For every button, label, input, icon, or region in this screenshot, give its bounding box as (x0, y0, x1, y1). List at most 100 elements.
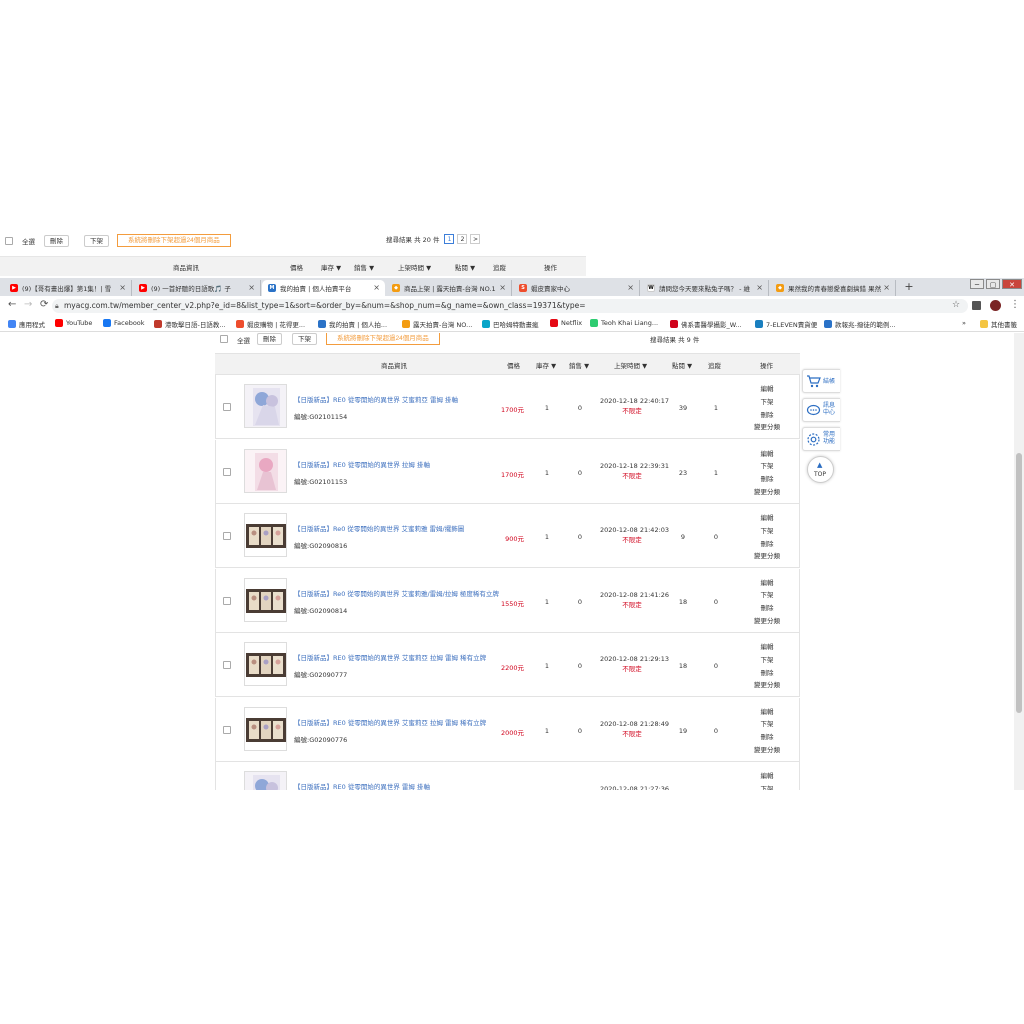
ghost-select-all-checkbox[interactable] (5, 236, 13, 245)
delete-button[interactable]: 刪除 (257, 333, 282, 345)
product-name-link[interactable]: 【日版新品】RE0 從零開始的異世界 艾蜜莉亞 拉姆 雷姆 稀有立牌 (294, 652, 486, 662)
delete-link[interactable]: 刪除 (746, 409, 788, 422)
bookmark-item[interactable]: 其他書籤 (980, 319, 1017, 329)
unlist-button[interactable]: 下架 (292, 333, 317, 345)
row-checkbox[interactable] (223, 403, 231, 411)
tab-close-icon[interactable]: × (499, 283, 506, 292)
minimize-button[interactable]: ─ (970, 279, 984, 289)
change-category-link[interactable]: 變更分類 (746, 615, 788, 628)
header-sold[interactable]: 銷售 ▼ (569, 360, 589, 370)
product-thumbnail[interactable] (244, 642, 287, 686)
browser-tab[interactable]: ◆ 果然我的青春戀愛喜劇搞錯 果然 × (770, 280, 896, 296)
ghost-header-sold[interactable]: 銷售 ▼ (354, 262, 374, 272)
browser-tab[interactable]: W 請問您今天要來點兔子嗎？ - 維 × (641, 280, 769, 296)
product-name-link[interactable]: 【日版新品】RE0 從零開始的異世界 拉姆 掛軸 (294, 459, 430, 469)
tab-close-icon[interactable]: × (373, 283, 380, 292)
browser-tab[interactable]: ◆ 商品上架 | 露天拍賣-台灣 NO.1 × (386, 280, 512, 296)
bookmark-item[interactable]: 應用程式 (8, 319, 45, 329)
unlist-link[interactable]: 下架 (746, 589, 788, 602)
bookmark-item[interactable]: 巴哈姆特動畫瘋 (482, 319, 539, 329)
ghost-unlist-button[interactable]: 下架 (84, 234, 109, 247)
bookmark-item[interactable]: 我的拍賣 | 個人拍... (318, 319, 387, 329)
bookmark-item[interactable]: Teoh Khai Liang... (590, 319, 658, 327)
tab-close-icon[interactable]: × (248, 283, 255, 292)
bookmark-item[interactable]: 港歌擊日語-日語教... (154, 319, 226, 329)
edit-link[interactable]: 編輯 (746, 706, 788, 719)
edit-link[interactable]: 編輯 (746, 383, 788, 396)
extension-icon[interactable] (972, 301, 981, 310)
back-to-top-button[interactable]: ▲ TOP (807, 456, 834, 483)
product-thumbnail[interactable] (244, 513, 287, 557)
product-thumbnail[interactable] (244, 448, 287, 493)
header-stock[interactable]: 庫存 ▼ (536, 360, 556, 370)
delete-link[interactable]: 刪除 (746, 602, 788, 615)
bookmark-item[interactable]: 款報兆-撥徒的範例... (824, 319, 896, 329)
lock-icon[interactable]: 🔒︎ (55, 302, 59, 311)
maximize-button[interactable]: ▢ (986, 279, 1000, 289)
delete-link[interactable]: 刪除 (746, 473, 788, 486)
page-scrollbar-thumb[interactable] (1016, 453, 1022, 713)
reload-icon[interactable]: ⟳ (40, 300, 48, 310)
delete-link[interactable]: 刪除 (746, 731, 788, 744)
cart-widget[interactable]: 結帳 (802, 369, 840, 393)
row-checkbox[interactable] (223, 661, 231, 669)
ghost-page-1[interactable]: 1 (444, 234, 455, 244)
edit-link[interactable]: 編輯 (746, 641, 788, 654)
edit-link[interactable]: 編輯 (746, 577, 788, 590)
delete-link[interactable]: 刪除 (746, 667, 788, 680)
back-arrow-icon[interactable]: ← (8, 300, 16, 310)
tab-close-icon[interactable]: × (883, 283, 890, 292)
common-functions-widget[interactable]: 常用功能 (802, 427, 840, 451)
product-thumbnail[interactable] (244, 771, 287, 790)
bookmark-star-icon[interactable]: ☆ (952, 300, 960, 310)
delete-link[interactable]: 刪除 (746, 538, 788, 551)
product-thumbnail[interactable] (244, 384, 287, 428)
bookmark-item[interactable]: 佛系書醫學攝影_W... (670, 319, 742, 329)
menu-kebab-icon[interactable]: ⋮ (1010, 300, 1020, 310)
unlist-link[interactable]: 下架 (746, 654, 788, 667)
browser-tab[interactable]: ▶ (9) 一首好聽的日語歌🎵 子 × (133, 280, 261, 296)
bookmark-item[interactable]: Facebook (103, 319, 145, 327)
auto-delete-notice[interactable]: 系統將刪除下架超過24個月商品 (326, 333, 440, 345)
close-window-button[interactable]: ✕ (1002, 279, 1022, 289)
edit-link[interactable]: 編輯 (746, 770, 788, 783)
bookmark-item[interactable]: 蝦皮購物 | 花得更... (236, 319, 305, 329)
tab-close-icon[interactable]: × (627, 283, 634, 292)
product-name-link[interactable]: 【日版新品】RE0 從零開始的異世界 艾蜜莉亞 拉姆 雷姆 稀有立牌 (294, 717, 486, 727)
more-bookmarks-chevron-icon[interactable]: » (962, 319, 966, 327)
row-checkbox[interactable] (223, 596, 231, 605)
product-thumbnail[interactable] (244, 577, 287, 622)
ghost-delete-button[interactable]: 刪除 (44, 234, 69, 247)
browser-tab[interactable]: ▶ (9)【哥有畫出爆】第1集！| 雪 × (4, 280, 132, 296)
url-text[interactable]: myacg.com.tw/member_center_v2.php?e_id=8… (64, 301, 585, 310)
change-category-link[interactable]: 變更分類 (746, 486, 788, 499)
profile-avatar[interactable] (990, 300, 1001, 311)
forward-arrow-icon[interactable]: → (24, 300, 32, 310)
unlist-link[interactable]: 下架 (746, 460, 788, 473)
browser-tab[interactable]: S 蝦皮賣家中心 × (513, 280, 640, 296)
product-name-link[interactable]: 【日版新品】Re0 從零開始的異世界 艾蜜莉雅/雷姆/拉姆 極度稀有立牌 (294, 588, 499, 598)
ghost-auto-delete-notice[interactable]: 系統將刪除下架超過24個月商品 (117, 234, 231, 247)
browser-tab[interactable]: M 我的拍賣 | 個人拍賣平台 × (262, 280, 385, 296)
ghost-page-2[interactable]: 2 (457, 234, 468, 244)
row-checkbox[interactable] (223, 725, 231, 734)
bookmark-item[interactable]: 7-ELEVEN賣貨便 (755, 319, 817, 329)
bookmark-item[interactable]: Netflix (550, 319, 582, 327)
tab-close-icon[interactable]: × (119, 283, 126, 292)
header-listed[interactable]: 上架時間 ▼ (614, 360, 647, 370)
change-category-link[interactable]: 變更分類 (746, 679, 788, 692)
ghost-header-listed[interactable]: 上架時間 ▼ (398, 262, 431, 272)
bookmark-item[interactable]: YouTube (55, 319, 92, 327)
product-thumbnail[interactable] (244, 706, 287, 751)
row-checkbox[interactable] (223, 532, 231, 540)
unlist-link[interactable]: 下架 (746, 396, 788, 409)
page-scrollbar[interactable] (1014, 333, 1024, 790)
product-name-link[interactable]: 【日版新品】RE0 從零開始的異世界 艾蜜莉亞 雷姆 掛軸 (294, 394, 458, 404)
unlist-link[interactable]: 下架 (746, 525, 788, 538)
new-tab-button[interactable]: + (903, 281, 915, 293)
omnibox[interactable]: 🔒︎ myacg.com.tw/member_center_v2.php?e_i… (52, 299, 968, 313)
select-all-checkbox[interactable] (220, 335, 228, 343)
ghost-next-page[interactable]: > (470, 234, 481, 244)
edit-link[interactable]: 編輯 (746, 512, 788, 525)
ghost-header-stock[interactable]: 庫存 ▼ (321, 262, 341, 272)
